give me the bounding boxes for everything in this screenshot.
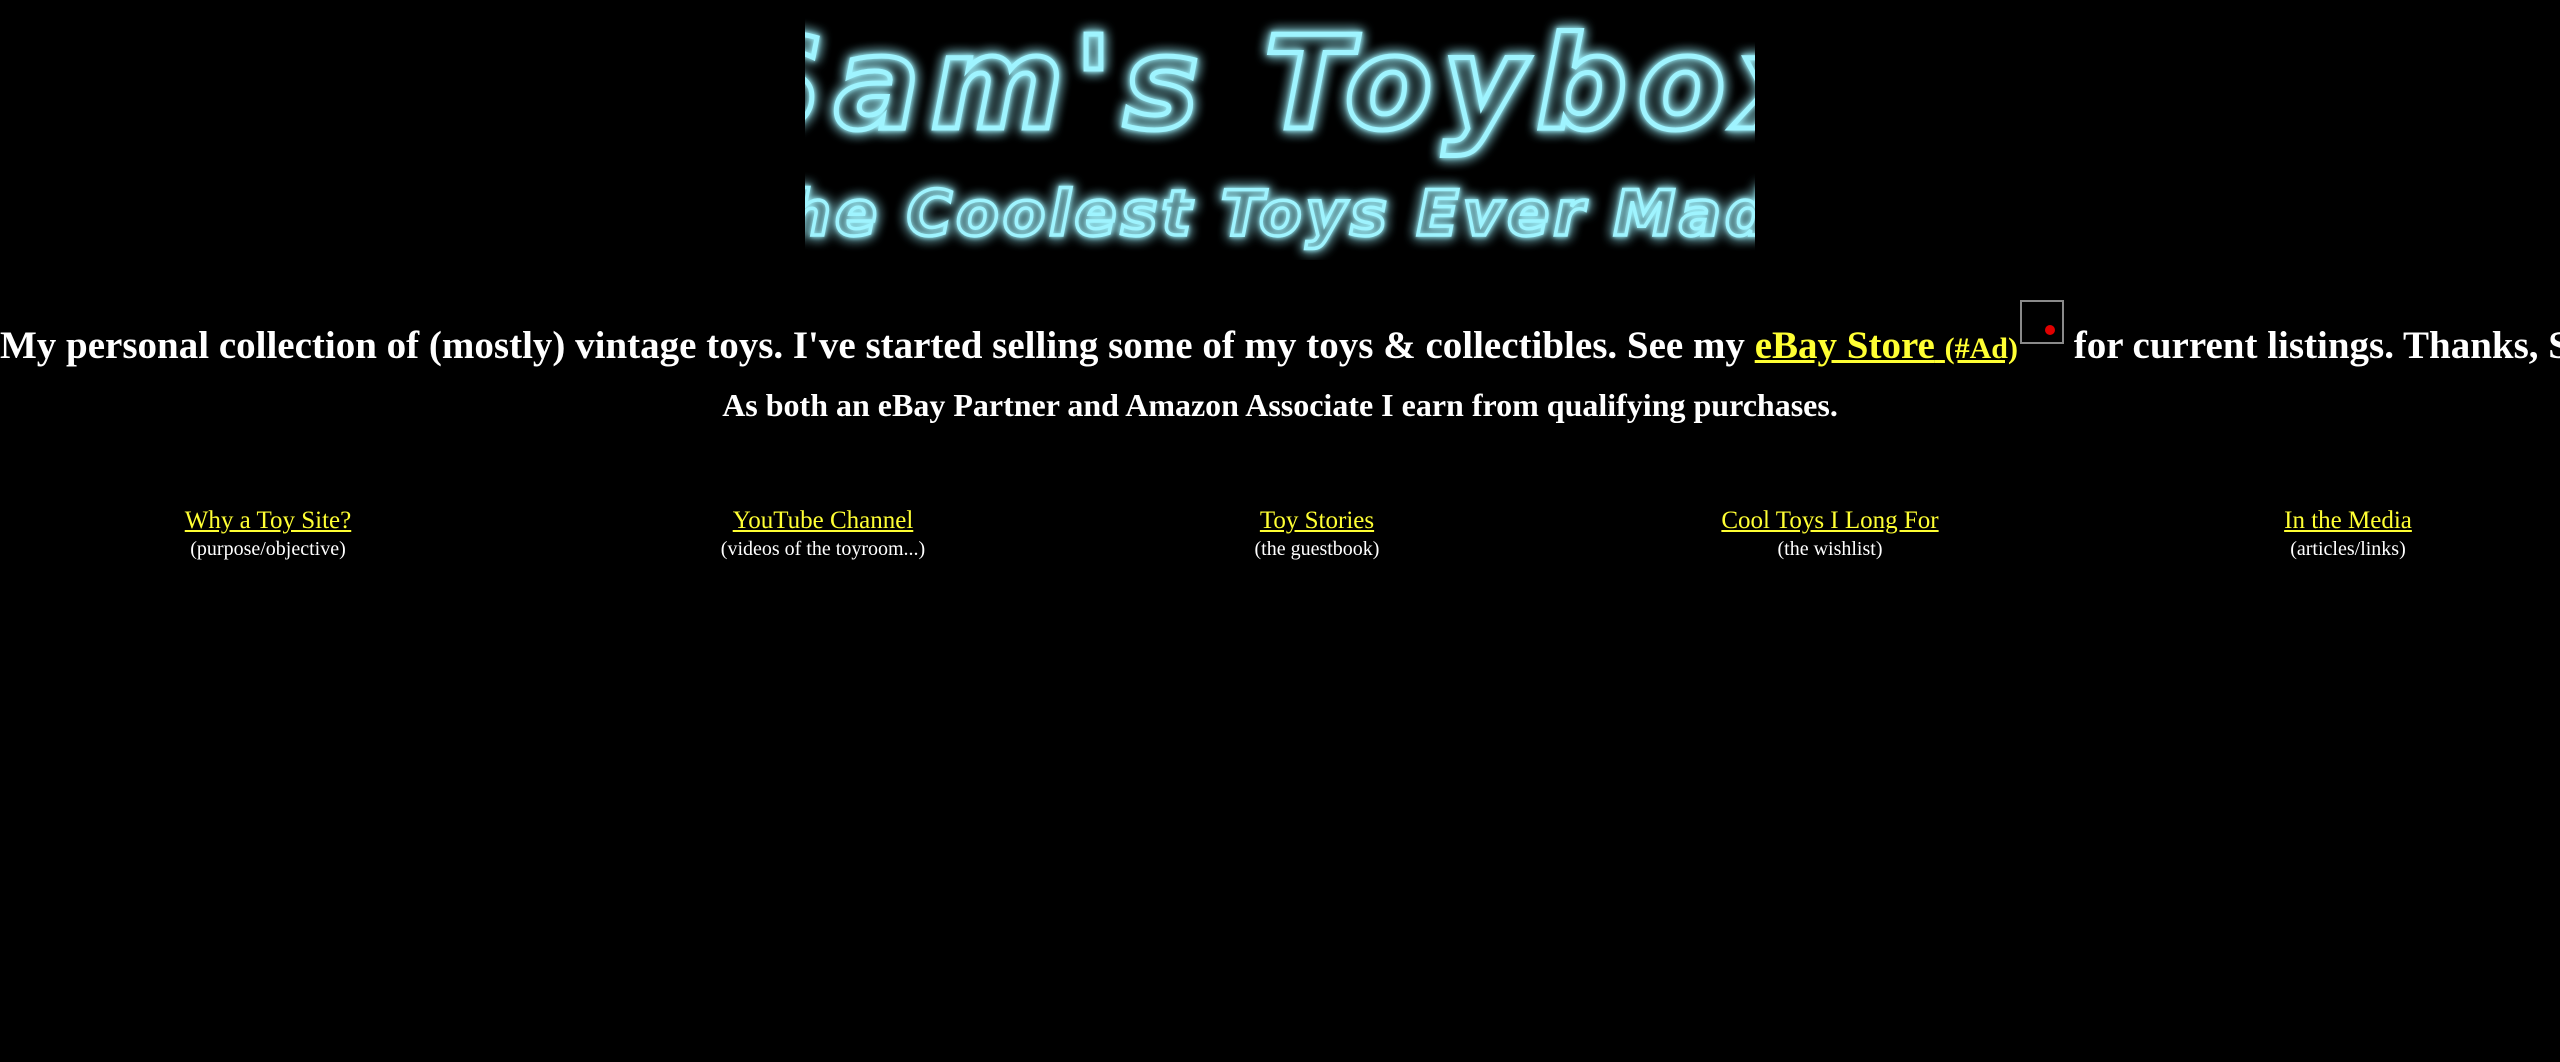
site-logo: Sam's Toybox The Coolest Toys Ever Made bbox=[805, 10, 1755, 252]
logo-subtitle: The Coolest Toys Ever Made bbox=[805, 177, 1755, 250]
nav-sub-in-the-media: (articles/links) bbox=[2290, 538, 2406, 560]
ad-image-icon[interactable] bbox=[2019, 300, 2064, 344]
nav-item-in-the-media: In the Media (articles/links) bbox=[2098, 505, 2560, 561]
nav-item-toy-stories: Toy Stories (the guestbook) bbox=[1067, 505, 1567, 561]
nav-link-toy-stories[interactable]: Toy Stories bbox=[1067, 505, 1567, 537]
intro-paragraph: My personal collection of (mostly) vinta… bbox=[0, 300, 2560, 379]
nav-item-youtube-channel: YouTube Channel (videos of the toyroom..… bbox=[573, 505, 1073, 561]
nav-item-cool-toys: Cool Toys I Long For (the wishlist) bbox=[1580, 505, 2080, 561]
ad-tag: (#Ad) bbox=[1944, 332, 2018, 365]
affiliate-disclosure: As both an eBay Partner and Amazon Assoc… bbox=[722, 387, 1838, 423]
nav-link-cool-toys[interactable]: Cool Toys I Long For bbox=[1580, 505, 2080, 537]
ebay-store-link-label: eBay Store bbox=[1754, 324, 1935, 367]
nav-sub-why-toy-site: (purpose/objective) bbox=[190, 538, 346, 560]
nav-link-in-the-media[interactable]: In the Media bbox=[2098, 505, 2560, 537]
nav-item-why-toy-site: Why a Toy Site? (purpose/objective) bbox=[18, 505, 518, 561]
intro-text-after: for current listings. Thanks, Sam bbox=[2073, 324, 2560, 367]
nav-sub-youtube-channel: (videos of the toyroom...) bbox=[720, 538, 926, 560]
nav-link-why-toy-site[interactable]: Why a Toy Site? bbox=[18, 505, 518, 537]
nav-sub-toy-stories: (the guestbook) bbox=[1254, 538, 1380, 560]
nav-links: Why a Toy Site? (purpose/objective) YouT… bbox=[0, 505, 2560, 575]
nav-sub-cool-toys: (the wishlist) bbox=[1777, 538, 1883, 560]
nav-link-youtube-channel[interactable]: YouTube Channel bbox=[573, 505, 1073, 537]
ebay-store-link[interactable]: eBay Store (#Ad) bbox=[1755, 324, 2018, 367]
intro-text-before: My personal collection of (mostly) vinta… bbox=[0, 324, 1755, 367]
logo-title: Sam's Toybox bbox=[805, 10, 1755, 159]
